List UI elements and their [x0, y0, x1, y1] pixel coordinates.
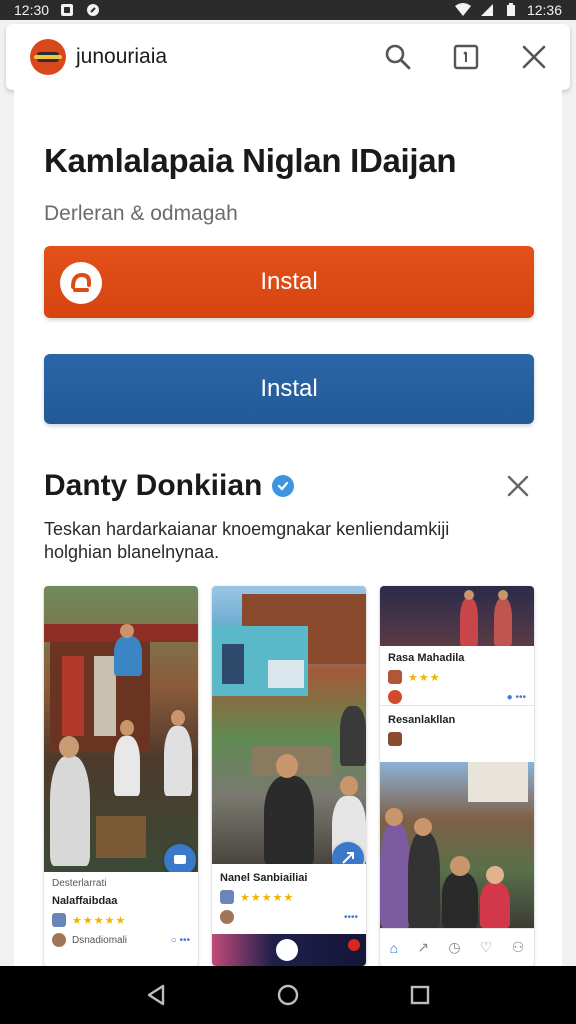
status-time-right: 12:36: [526, 2, 562, 18]
screenshot-3-card-2-title: Resanlakllan: [388, 714, 456, 726]
screenshot-1-photo: [44, 586, 198, 872]
screenshot-2-media-strip: [212, 934, 366, 966]
recents-icon: [410, 985, 430, 1005]
verified-badge-icon: [272, 475, 295, 497]
search-icon: [385, 44, 411, 70]
screenshot-1-title: Nalaffaibdaa: [52, 895, 118, 907]
profile-tab-icon: ⚇: [511, 939, 525, 955]
screenshot-1-label: Desterlarrati: [52, 878, 107, 889]
signal-icon: [479, 3, 495, 17]
developer-description: Teskan hardarkaianar knoemgnakar kenlien…: [44, 519, 450, 562]
screenshot-1-avatar: [52, 933, 66, 947]
screenshot-2[interactable]: Nanel Sanbiailiai ★★★★★ ••••: [212, 586, 366, 966]
screenshot-3-tab-bar: ⌂ ↗ ◷ ♡ ⚇: [380, 928, 534, 966]
app-notification-icon: [85, 3, 101, 17]
system-navigation-bar: [0, 966, 576, 1024]
history-tab-icon: ◷: [448, 939, 461, 955]
screenshot-2-rating: ★★★★★: [240, 891, 295, 904]
screenshot-3-header-photo: [380, 586, 534, 646]
more-dots-icon: ○ •••: [170, 934, 190, 946]
back-button[interactable]: [136, 975, 176, 1015]
home-button[interactable]: [268, 975, 308, 1015]
screenshot-3-card-1-title: Rasa Mahadila: [388, 652, 465, 664]
chat-icon: [174, 855, 186, 864]
developer-name[interactable]: Danty Donkiian: [44, 469, 262, 503]
screenshot-3-card-1: Rasa Mahadila ★★★ ● •••: [380, 646, 534, 706]
close-icon: [522, 45, 546, 69]
app-bar: junouriaia: [6, 24, 570, 90]
screenshot-2-photo: [212, 586, 366, 866]
close-icon: [507, 475, 529, 497]
status-time-left: 12:30: [14, 2, 50, 18]
recents-button[interactable]: [400, 975, 440, 1015]
more-dots-icon: ● •••: [506, 691, 526, 703]
close-button[interactable]: [516, 39, 552, 75]
screenshot-2-thumb-icon: [220, 890, 234, 904]
screenshot-3-rating: ★★★: [408, 671, 441, 684]
screenshot-3[interactable]: Rasa Mahadila ★★★ ● ••• Resanlakllan ⌂ ↗…: [380, 586, 534, 966]
install-app-icon: [60, 262, 102, 304]
home-icon: [277, 984, 299, 1006]
battery-icon: [503, 3, 519, 17]
screenshot-2-card: Nanel Sanbiailiai ★★★★★ ••••: [212, 864, 366, 934]
search-button[interactable]: [380, 39, 416, 75]
explore-tab-icon: ↗: [417, 939, 430, 955]
install-button-secondary[interactable]: Instal: [44, 354, 534, 424]
app-title: Kamlalapaia Niglan IDaijan: [44, 142, 457, 179]
app-logo-icon: [30, 39, 66, 75]
app-detail-page: Kamlalapaia Niglan IDaijan Derleran & od…: [14, 90, 562, 966]
notification-icon: [59, 3, 75, 17]
app-name: junouriaia: [76, 45, 168, 68]
screenshot-2-footer: ••••: [343, 911, 358, 923]
install-button-primary-label: Instal: [260, 268, 318, 295]
screenshot-3-avatar: [388, 690, 402, 704]
developer-row: Danty Donkiian: [44, 466, 534, 506]
screenshot-3-card-2: Resanlakllan: [380, 708, 534, 762]
home-tab-icon: ⌂: [389, 939, 399, 956]
screenshot-2-title: Nanel Sanbiailiai: [220, 872, 308, 884]
tab-count-icon: [453, 44, 479, 70]
screenshot-1-card: Desterlarrati Nalaffaibdaa ★★★★★ Dsnadio…: [44, 872, 198, 966]
wifi-icon: [454, 3, 471, 17]
screenshot-3-card-2-thumb-icon: [388, 732, 402, 746]
tabs-button[interactable]: [448, 39, 484, 75]
screenshot-1-footer: Dsnadiomali: [72, 934, 128, 946]
play-icon: [276, 939, 298, 961]
app-screen: junouriaia Kamlalapaia Niglan IDaijan De…: [0, 20, 576, 966]
screenshot-3-photo: [380, 762, 534, 928]
status-bar: 12:30 12:36: [0, 0, 576, 20]
notification-badge-icon: [348, 939, 360, 951]
back-icon: [147, 984, 165, 1006]
install-button-secondary-label: Instal: [260, 375, 318, 402]
screenshot-1[interactable]: Desterlarrati Nalaffaibdaa ★★★★★ Dsnadio…: [44, 586, 198, 966]
screenshot-carousel[interactable]: Desterlarrati Nalaffaibdaa ★★★★★ Dsnadio…: [44, 586, 536, 966]
app-subtitle: Derleran & odmagah: [44, 202, 238, 225]
screenshot-3-thumb-icon: [388, 670, 402, 684]
install-button-primary[interactable]: Instal: [44, 246, 534, 318]
dismiss-developer-button[interactable]: [502, 470, 534, 502]
screenshot-1-rating: ★★★★★: [72, 914, 127, 927]
screenshot-2-avatar: [220, 910, 234, 924]
favorites-tab-icon: ♡: [479, 939, 493, 955]
screenshot-1-thumb-icon: [52, 913, 66, 927]
